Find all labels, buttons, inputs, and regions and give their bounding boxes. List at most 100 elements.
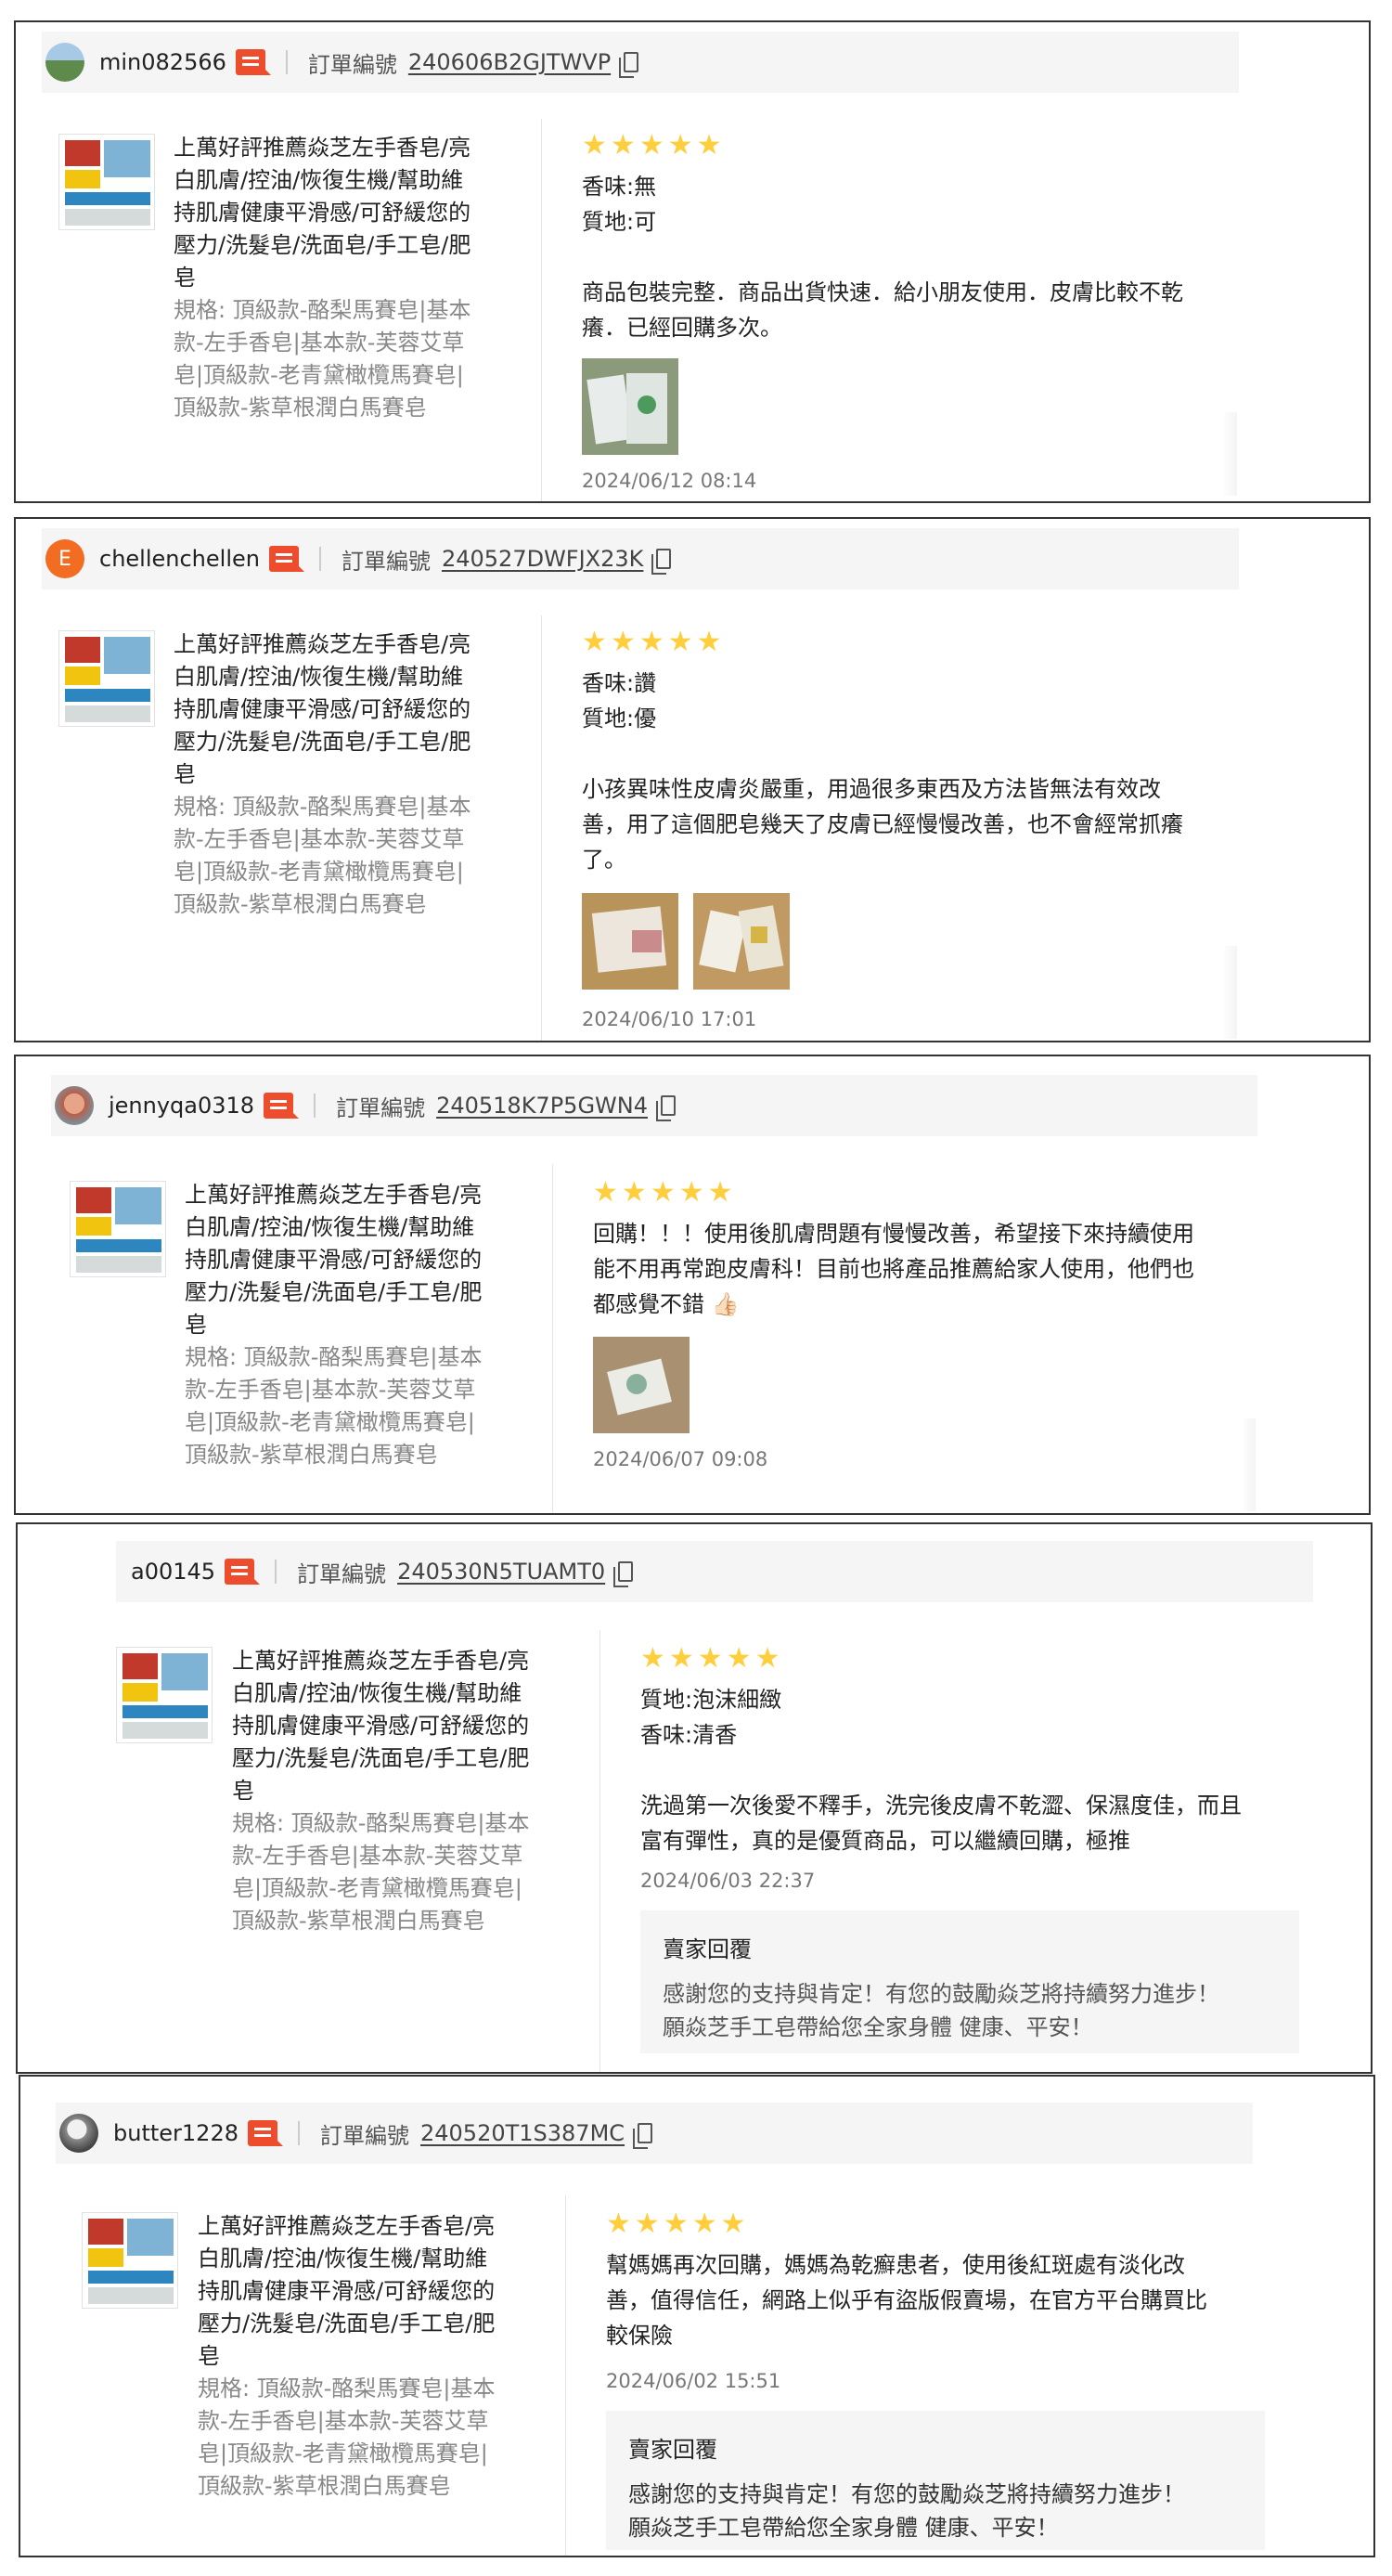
order-number-link[interactable]: 240606B2GJTWVP [408, 49, 611, 75]
chat-icon[interactable] [225, 1559, 261, 1585]
star-icon: ★ [610, 129, 636, 162]
product-thumbnail[interactable] [58, 630, 155, 727]
star-icon: ★ [634, 2207, 660, 2240]
review-text: 幫媽媽再次回購，媽媽為乾癬患者，使用後紅斑處有淡化改 善，值得信任，網路上似乎有盜… [606, 2252, 1207, 2349]
order-number-link[interactable]: 240527DWFJX23K [442, 546, 643, 572]
review-header: jennyqa0318 訂單編號 240518K7P5GWN4 [51, 1075, 1257, 1136]
username[interactable]: chellenchellen [99, 546, 260, 572]
order-number-link[interactable]: 240530N5TUAMT0 [397, 1559, 605, 1585]
review-date: 2024/06/07 09:08 [593, 1448, 768, 1470]
seller-reply: 賣家回覆 感謝您的支持與肯定！有您的鼓勵焱芝將持續努力進步！ 願焱芝手工皂帶給您全… [640, 1910, 1299, 2053]
review-card: a00145 訂單編號 240530N5TUAMT0 上萬好評推薦焱芝左手香皂/… [16, 1522, 1373, 2074]
order-label: 訂單編號 [341, 548, 431, 575]
star-rating: ★ ★ ★ ★ ★ [582, 132, 722, 160]
review-photo[interactable] [582, 893, 678, 990]
star-icon: ★ [754, 1642, 780, 1675]
avatar[interactable] [45, 43, 84, 82]
copy-icon[interactable] [613, 1561, 634, 1587]
star-icon: ★ [720, 2207, 746, 2240]
star-rating: ★ ★ ★ ★ ★ [606, 2210, 746, 2238]
avatar[interactable] [59, 2114, 98, 2153]
copy-icon[interactable] [656, 1095, 676, 1121]
star-icon: ★ [593, 1176, 618, 1209]
review-photo[interactable] [593, 1337, 690, 1433]
star-rating: ★ ★ ★ ★ ★ [593, 1179, 733, 1207]
divider [285, 50, 288, 74]
product-title[interactable]: 上萬好評推薦焱芝左手香皂/亮 白肌膚/控油/恢復生機/幫助維 持肌膚健康平滑感/可舒… [174, 132, 508, 294]
review-header: min082566 訂單編號 240606B2GJTWVP [42, 32, 1239, 93]
copy-icon[interactable] [619, 52, 639, 78]
chat-icon[interactable] [235, 49, 271, 75]
review-text: 質地:泡沫細緻 香味:清香 洗過第一次後愛不釋手，洗完後皮膚不乾澀、保濕度佳，而且富… [640, 1687, 1242, 1854]
username[interactable]: a00145 [131, 1559, 215, 1585]
product-spec: 規格: 頂級款-酪梨馬賽皂|基本 款-左手香皂|基本款-芙蓉艾草 皂|頂級款-老青黛… [174, 297, 471, 421]
review-photo[interactable] [693, 893, 790, 990]
scroll-fade [1222, 946, 1237, 1039]
star-icon: ★ [726, 1642, 752, 1675]
star-icon: ★ [668, 1642, 694, 1675]
avatar[interactable]: E [45, 539, 84, 578]
star-icon: ★ [582, 626, 607, 658]
review-date: 2024/06/03 22:37 [640, 1870, 816, 1892]
product-title[interactable]: 上萬好評推薦焱芝左手香皂/亮 白肌膚/控油/恢復生機/幫助維 持肌膚健康平滑感/可舒… [174, 628, 508, 791]
star-icon: ★ [650, 1176, 676, 1209]
star-icon: ★ [696, 129, 722, 162]
avatar[interactable] [55, 1086, 94, 1125]
star-icon: ★ [606, 2207, 631, 2240]
column-divider [552, 1164, 553, 1513]
product-spec: 規格: 頂級款-酪梨馬賽皂|基本 款-左手香皂|基本款-芙蓉艾草 皂|頂級款-老青黛… [232, 1810, 530, 1934]
order-number-link[interactable]: 240518K7P5GWN4 [436, 1093, 648, 1119]
seller-reply-text: 感謝您的支持與肯定！有您的鼓勵焱芝將持續努力進步！ 願焱芝手工皂帶給您全家身體 健… [628, 2481, 1185, 2541]
copy-icon[interactable] [633, 2123, 653, 2149]
product-thumbnail[interactable] [116, 1647, 213, 1743]
product-spec: 規格: 頂級款-酪梨馬賽皂|基本 款-左手香皂|基本款-芙蓉艾草 皂|頂級款-老青黛… [174, 794, 471, 917]
review-photo[interactable] [582, 358, 678, 455]
product-thumbnail[interactable] [70, 1181, 166, 1277]
star-icon: ★ [663, 2207, 689, 2240]
order-label: 訂單編號 [307, 51, 397, 78]
review-header: E chellenchellen 訂單編號 240527DWFJX23K [42, 528, 1239, 589]
username[interactable]: butter1228 [113, 2120, 238, 2146]
product-title[interactable]: 上萬好評推薦焱芝左手香皂/亮 白肌膚/控油/恢復生機/幫助維 持肌膚健康平滑感/可舒… [198, 2210, 532, 2373]
star-icon: ★ [638, 626, 664, 658]
divider [318, 547, 321, 571]
username[interactable]: min082566 [99, 49, 226, 75]
review-card: butter1228 訂單編號 240520T1S387MC 上萬好評推薦焱芝左… [19, 2075, 1375, 2557]
review-date: 2024/06/02 15:51 [606, 2370, 781, 2392]
star-icon: ★ [667, 626, 693, 658]
column-divider [599, 1630, 600, 2072]
product-thumbnail[interactable] [58, 134, 155, 230]
review-card: jennyqa0318 訂單編號 240518K7P5GWN4 上萬好評推薦焱芝… [14, 1055, 1371, 1515]
review-text: 香味:讚 質地:優 小孩異味性皮膚炎嚴重，用過很多東西及方法皆無法有效改 善，用了這個… [582, 670, 1183, 873]
copy-icon[interactable] [651, 549, 672, 575]
product-title[interactable]: 上萬好評推薦焱芝左手香皂/亮 白肌膚/控油/恢復生機/幫助維 持肌膚健康平滑感/可舒… [232, 1645, 566, 1807]
chat-icon[interactable] [268, 546, 304, 572]
star-rating: ★ ★ ★ ★ ★ [582, 628, 722, 656]
divider [314, 1094, 316, 1118]
star-icon: ★ [582, 129, 607, 162]
review-header: butter1228 訂單編號 240520T1S387MC [56, 2103, 1253, 2164]
chat-icon[interactable] [264, 1093, 300, 1119]
seller-reply-text: 感謝您的支持與肯定！有您的鼓勵焱芝將持續努力進步！ 願焱芝手工皂帶給您全家身體 健… [663, 1981, 1219, 2040]
star-icon: ★ [678, 1176, 704, 1209]
review-card: E chellenchellen 訂單編號 240527DWFJX23K 上萬好… [14, 517, 1371, 1042]
review-header: a00145 訂單編號 240530N5TUAMT0 [116, 1541, 1313, 1602]
chat-icon[interactable] [247, 2120, 283, 2146]
star-rating: ★ ★ ★ ★ ★ [640, 1645, 780, 1673]
order-label: 訂單編號 [336, 1094, 426, 1121]
product-thumbnail[interactable] [82, 2212, 178, 2309]
star-icon: ★ [667, 129, 693, 162]
product-spec: 規格: 頂級款-酪梨馬賽皂|基本 款-左手香皂|基本款-芙蓉艾草 皂|頂級款-老青黛… [198, 2375, 496, 2499]
column-divider [541, 615, 542, 1041]
star-icon: ★ [696, 626, 722, 658]
order-label: 訂單編號 [297, 1560, 387, 1587]
review-card: min082566 訂單編號 240606B2GJTWVP 上萬好評推薦焱芝左手… [14, 20, 1371, 503]
seller-reply-title: 賣家回覆 [663, 1936, 752, 1962]
star-icon: ★ [691, 2207, 717, 2240]
product-title[interactable]: 上萬好評推薦焱芝左手香皂/亮 白肌膚/控油/恢復生機/幫助維 持肌膚健康平滑感/可舒… [185, 1179, 519, 1341]
divider [297, 2121, 300, 2145]
order-label: 訂單編號 [319, 2122, 409, 2149]
username[interactable]: jennyqa0318 [109, 1093, 254, 1119]
order-number-link[interactable]: 240520T1S387MC [420, 2120, 625, 2146]
product-spec: 規格: 頂級款-酪梨馬賽皂|基本 款-左手香皂|基本款-芙蓉艾草 皂|頂級款-老青黛… [185, 1344, 483, 1468]
